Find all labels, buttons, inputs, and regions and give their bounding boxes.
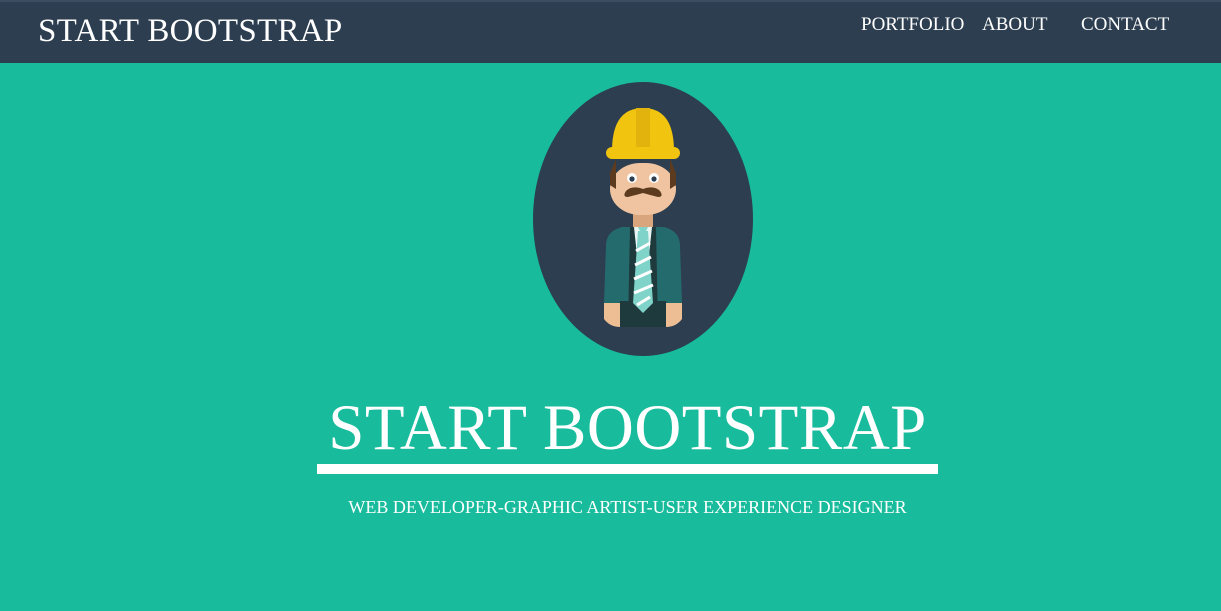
brand-link[interactable]: START BOOTSTRAP <box>38 12 343 50</box>
hero-section: START BOOTSTRAP WEB DEVELOPER-GRAPHIC AR… <box>0 63 1221 611</box>
nav-link-contact[interactable]: CONTACT <box>1081 14 1169 36</box>
construction-worker-avatar-icon <box>533 82 753 356</box>
hero-divider <box>317 464 938 474</box>
nav-link-portfolio[interactable]: PORTFOLIO <box>861 14 964 36</box>
nav-link-about[interactable]: ABOUT <box>982 14 1047 36</box>
hero-subtitle: WEB DEVELOPER-GRAPHIC ARTIST-USER EXPERI… <box>348 497 907 517</box>
navbar: START BOOTSTRAP PORTFOLIO ABOUT CONTACT <box>0 0 1221 63</box>
hero-title: START BOOTSTRAP <box>328 392 927 464</box>
